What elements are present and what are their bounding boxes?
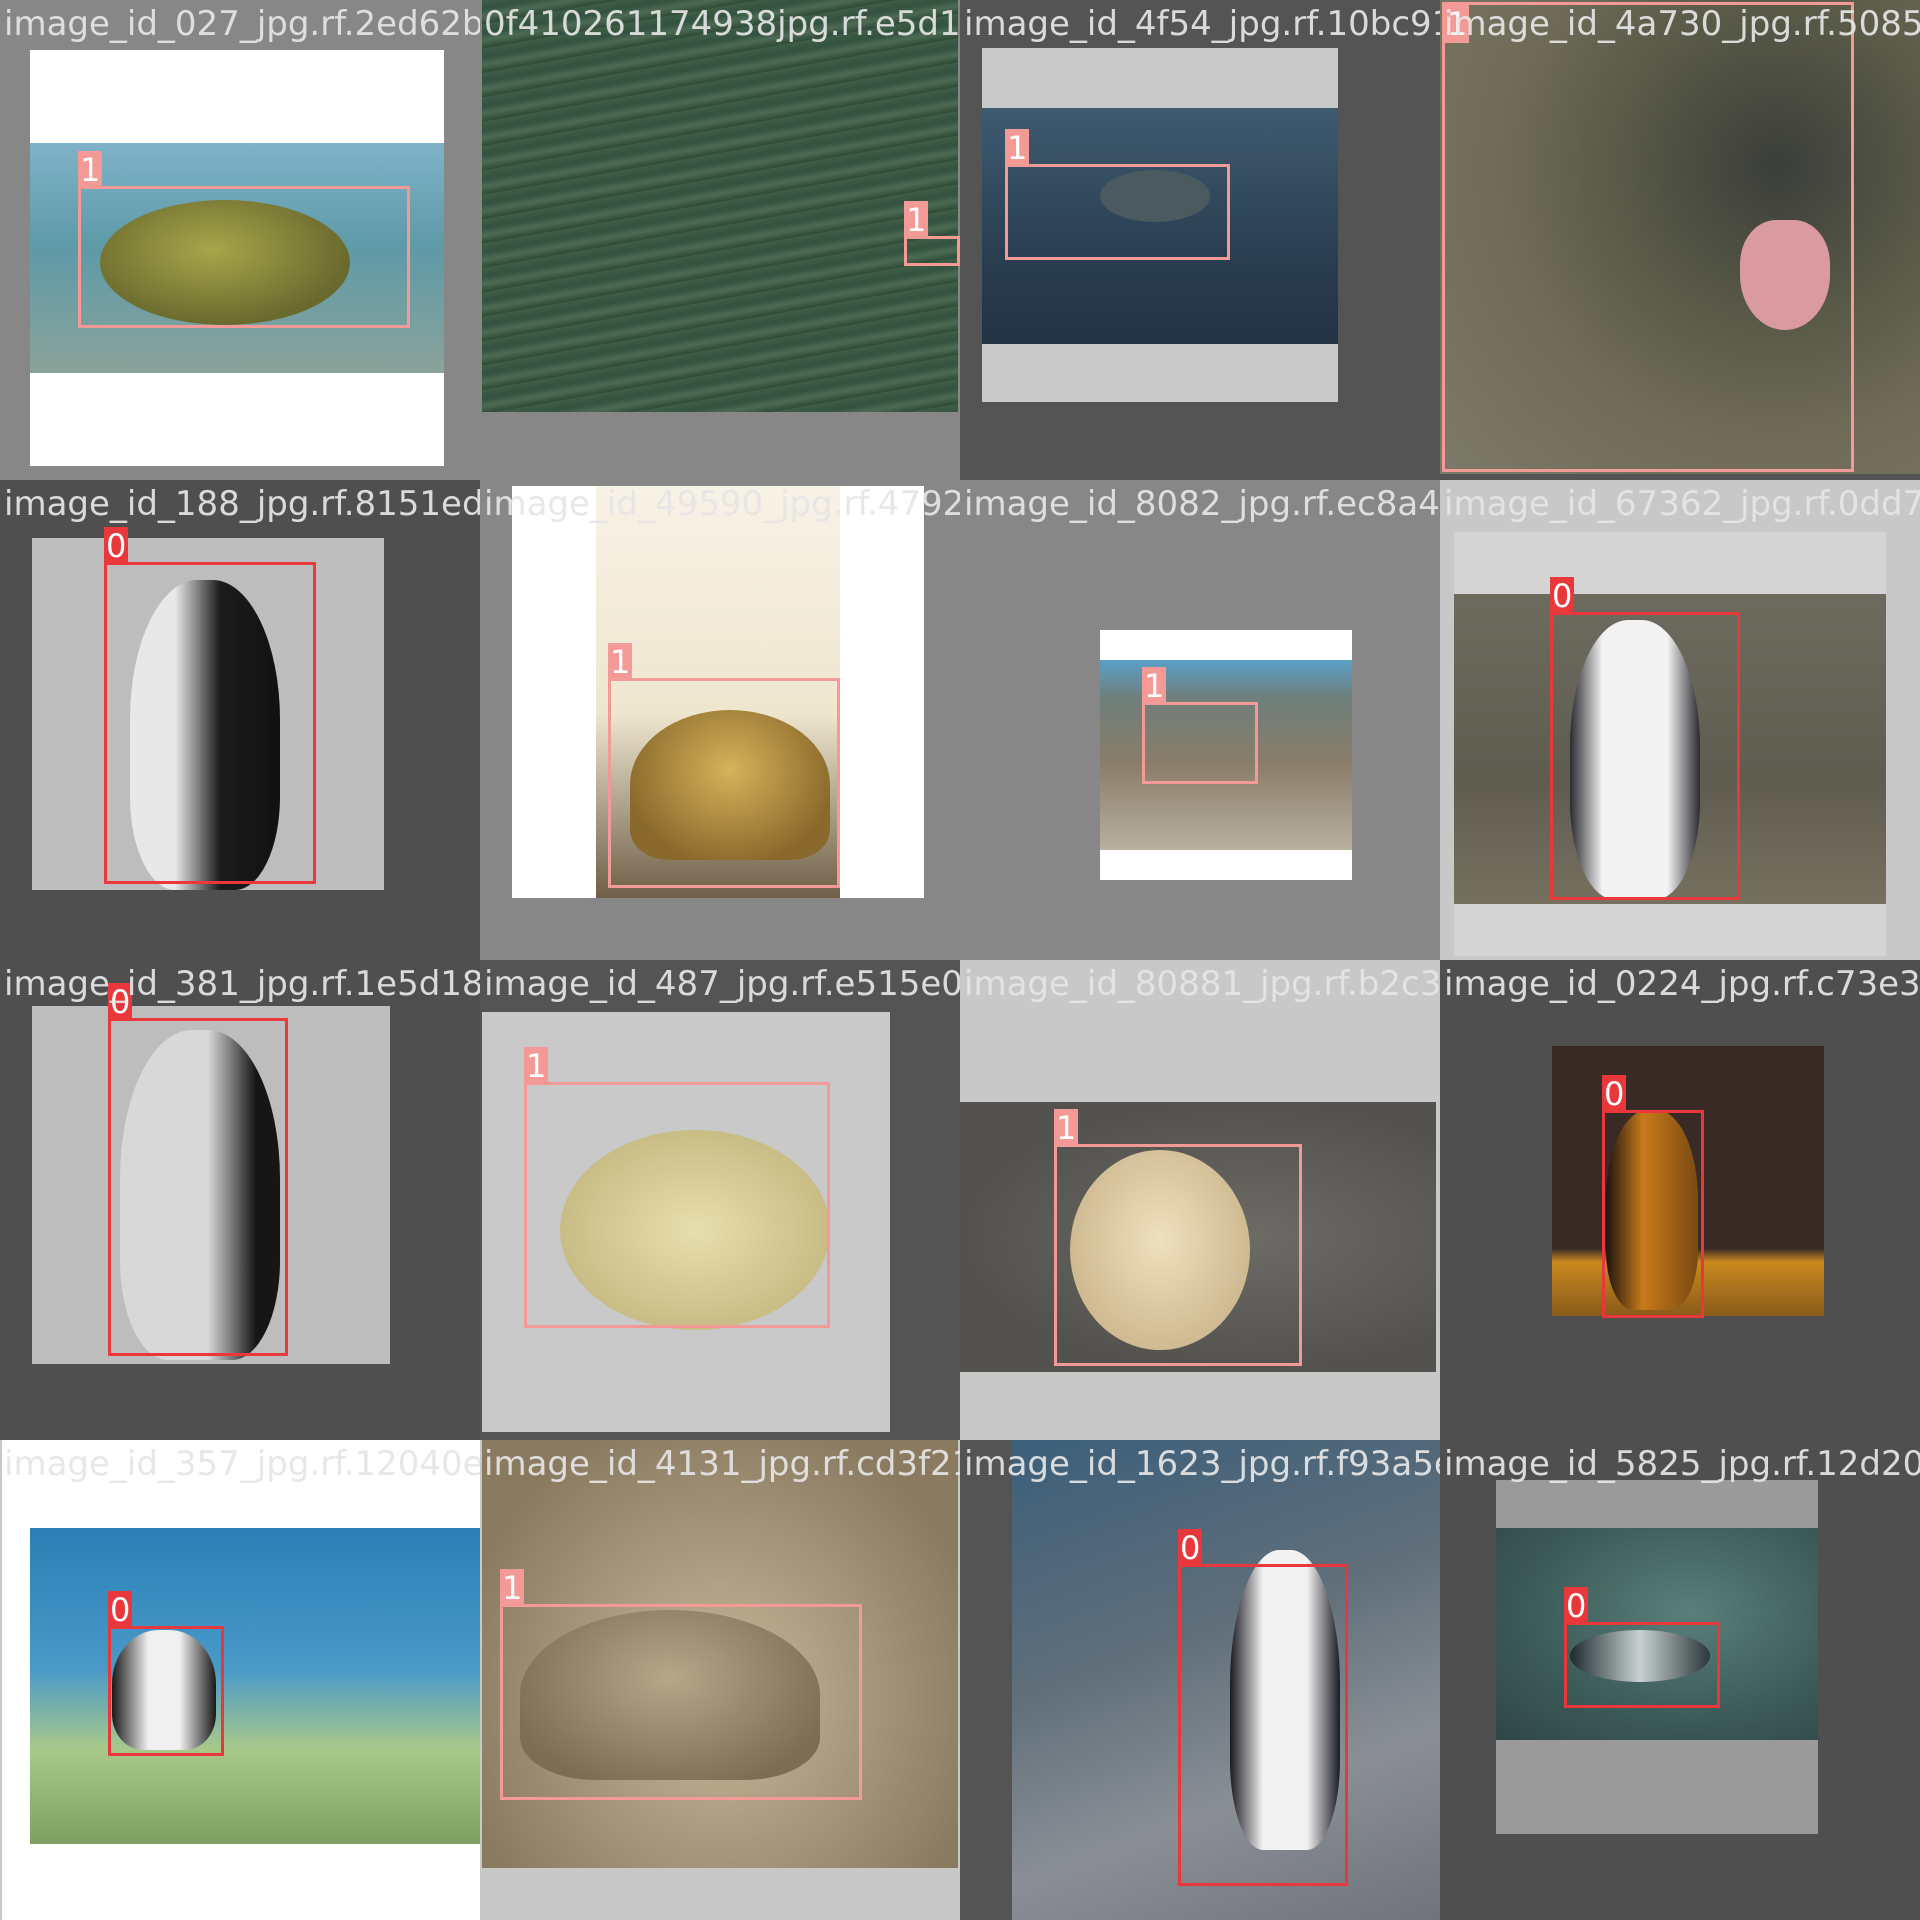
class-label: 0	[1564, 1587, 1589, 1625]
class-label: 1	[524, 1047, 549, 1085]
bounding-box: 1	[608, 643, 840, 888]
tile: 1 image_id_487_jpg.rf.e515e0	[480, 960, 960, 1440]
tile-caption: image_id_5825_jpg.rf.12d207	[1444, 1444, 1920, 1484]
tile: 0 image_id_357_jpg.rf.12040e	[0, 1440, 480, 1920]
tile: 0 image_id_1623_jpg.rf.f93a5e	[960, 1440, 1440, 1920]
bounding-box: 1	[500, 1569, 862, 1800]
tile: 0 image_id_0224_jpg.rf.c73e3a	[1440, 960, 1920, 1440]
tile-caption: 0f410261174938jpg.rf.e5d1de	[484, 4, 960, 44]
bounding-box: 0	[108, 983, 288, 1356]
tile: 0 image_id_188_jpg.rf.8151ed	[0, 480, 480, 960]
class-label: 1	[1005, 129, 1030, 167]
class-label: 1	[500, 1569, 525, 1607]
class-label: 1	[78, 151, 103, 189]
tile: 1 image_id_4131_jpg.rf.cd3f21	[480, 1440, 960, 1920]
bounding-box: 0	[1564, 1587, 1720, 1708]
tile-caption: image_id_188_jpg.rf.8151ed	[4, 484, 480, 524]
class-label: 0	[1178, 1529, 1203, 1567]
bounding-box: 1	[904, 201, 960, 266]
class-label: 1	[1142, 667, 1167, 705]
tile-caption: image_id_1623_jpg.rf.f93a5e	[964, 1444, 1440, 1484]
bounding-box: 1	[1142, 667, 1258, 784]
bounding-box: 1	[78, 151, 410, 328]
tile: 0 image_id_67362_jpg.rf.0dd70f	[1440, 480, 1920, 960]
tile-caption: image_id_8082_jpg.rf.ec8a4c	[964, 484, 1440, 524]
tile-caption: image_id_80881_jpg.rf.b2c339	[964, 964, 1440, 1004]
tile: 1 image_id_80881_jpg.rf.b2c339	[960, 960, 1440, 1440]
tile-caption: image_id_4131_jpg.rf.cd3f21	[484, 1444, 960, 1484]
tile: 1 image_id_4a730_jpg.rf.5085c4	[1440, 0, 1920, 480]
tile: 1 image_id_8082_jpg.rf.ec8a4c	[960, 480, 1440, 960]
class-label: 0	[104, 527, 129, 565]
class-label: 0	[1550, 577, 1575, 615]
bounding-box: 0	[104, 527, 316, 884]
tile-caption: image_id_381_jpg.rf.1e5d18	[4, 964, 480, 1004]
bounding-box: 0	[1178, 1529, 1348, 1886]
image-mosaic: 1 image_id_027_jpg.rf.2ed62b 1 0f4102611…	[0, 0, 1920, 1920]
bounding-box: 1	[1005, 129, 1230, 260]
tile-caption: image_id_4f54_jpg.rf.10bc91	[964, 4, 1440, 44]
bounding-box: 0	[1550, 577, 1740, 900]
tile-caption: image_id_027_jpg.rf.2ed62b	[4, 4, 480, 44]
bounding-box: 0	[108, 1591, 224, 1756]
tile-caption: image_id_49590_jpg.rf.47920c	[484, 484, 960, 524]
bounding-box: 1	[524, 1047, 830, 1328]
tile-caption: image_id_4a730_jpg.rf.5085c4	[1444, 4, 1920, 44]
tile-caption: image_id_67362_jpg.rf.0dd70f	[1444, 484, 1920, 524]
photo	[30, 1528, 480, 1844]
tile: 1 image_id_027_jpg.rf.2ed62b	[0, 0, 480, 480]
bounding-box: 1	[1442, 2, 1854, 472]
tile-caption: image_id_0224_jpg.rf.c73e3a	[1444, 964, 1920, 1004]
class-label: 1	[1054, 1109, 1079, 1147]
photo	[482, 0, 958, 412]
tile: 1 0f410261174938jpg.rf.e5d1de	[480, 0, 960, 480]
bounding-box: 0	[1602, 1075, 1704, 1318]
tile-caption: image_id_487_jpg.rf.e515e0	[484, 964, 960, 1004]
tile: 1 image_id_49590_jpg.rf.47920c	[480, 480, 960, 960]
class-label: 1	[904, 201, 929, 239]
tile: 1 image_id_4f54_jpg.rf.10bc91	[960, 0, 1440, 480]
class-label: 0	[1602, 1075, 1627, 1113]
tile: 0 image_id_5825_jpg.rf.12d207	[1440, 1440, 1920, 1920]
class-label: 1	[608, 643, 633, 681]
class-label: 0	[108, 1591, 133, 1629]
bounding-box: 1	[1054, 1109, 1302, 1366]
tile-caption: image_id_357_jpg.rf.12040e	[4, 1444, 480, 1484]
tile: 0 image_id_381_jpg.rf.1e5d18	[0, 960, 480, 1440]
